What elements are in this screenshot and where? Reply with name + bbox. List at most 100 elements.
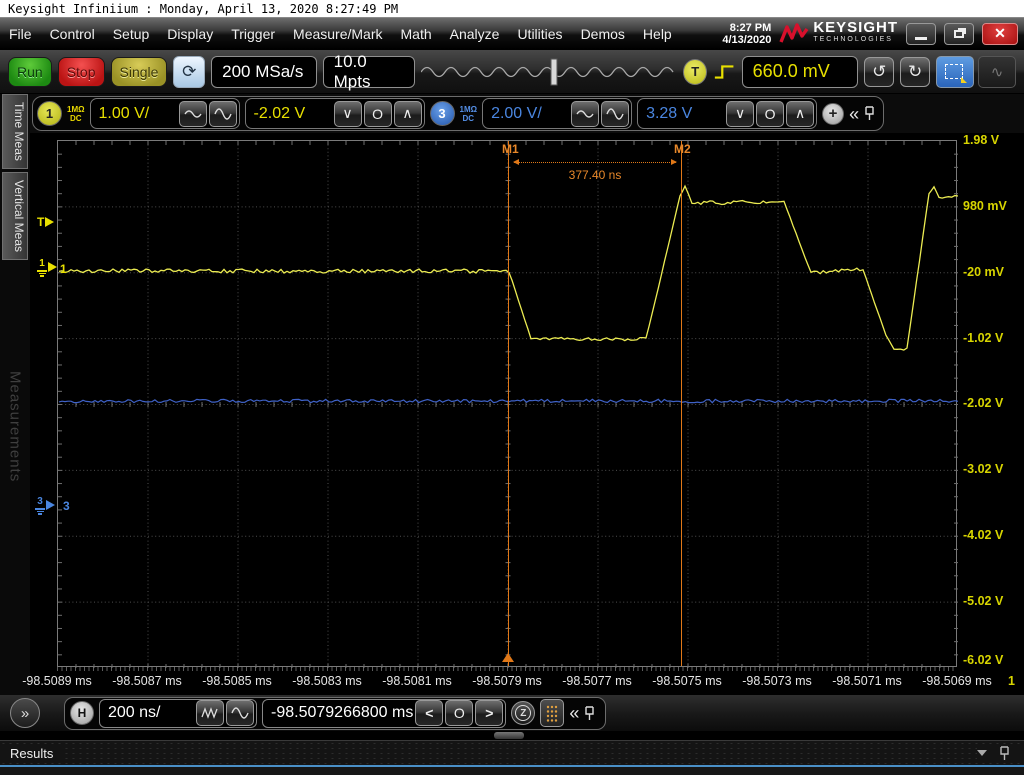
graticule[interactable]: M1 M2 377.40 ns 1 3 — [57, 140, 957, 667]
channel-3-coupling: DC — [463, 114, 475, 123]
channel-1-scale-up-button[interactable] — [209, 101, 237, 127]
single-button[interactable]: Single — [111, 57, 168, 87]
ground-symbol-icon: 3 — [35, 496, 45, 515]
menu-setup[interactable]: Setup — [104, 18, 159, 49]
cursor-arrow-icon — [961, 77, 967, 83]
results-bar[interactable]: Results — [0, 740, 1024, 765]
horizontal-badge[interactable]: H — [70, 701, 94, 725]
t-axis-label: -98.5073 ms — [742, 674, 811, 688]
channel-3-offset-up-button[interactable]: ∧ — [786, 101, 814, 127]
menu-utilities[interactable]: Utilities — [508, 18, 571, 49]
channel-3-impedance: 1MΩ — [460, 105, 478, 114]
memory-depth-field[interactable]: 10.0 Mpts — [323, 56, 416, 88]
region-select-button[interactable] — [936, 56, 974, 88]
channel-1-offset-down-button[interactable]: ∨ — [334, 101, 362, 127]
menu-measure-mark[interactable]: Measure/Mark — [284, 18, 391, 49]
timebase-group: H 200 ns/ -98.5079266800 ms < O > Z — [64, 697, 606, 730]
channel-1-offset-up-button[interactable]: ∧ — [394, 101, 422, 127]
ground-symbol-icon: 1 — [37, 258, 47, 277]
chevron-down-icon: ∨ — [735, 105, 745, 122]
channel-1-coupling-badge[interactable]: 1MΩ DC — [67, 105, 85, 123]
position-left-button[interactable]: < — [415, 700, 443, 726]
clock-date: 4/13/2020 — [722, 34, 771, 46]
run-button[interactable]: Run — [8, 57, 52, 87]
channel-1-badge[interactable]: 1 — [37, 101, 62, 126]
t-axis-label: -98.5075 ms — [652, 674, 721, 688]
channel-1-scale-field[interactable]: 1.00 V/ — [99, 105, 177, 123]
close-button[interactable]: ✕ — [982, 23, 1018, 45]
pin-icon[interactable] — [864, 106, 875, 121]
horizontal-position-field[interactable]: -98.5079266800 ms — [271, 704, 413, 722]
menu-file[interactable]: File — [0, 18, 41, 49]
acquisition-toolbar: Run Stop Single ⟳ 200 MSa/s 10.0 Mpts T … — [0, 50, 1024, 94]
small-wave-icon — [184, 109, 202, 119]
channel-1-coupling: DC — [70, 114, 82, 123]
timebase-zoom-in-button[interactable] — [226, 700, 254, 726]
channel-3-badge[interactable]: 3 — [430, 101, 455, 126]
marker-delta-arrow — [514, 162, 676, 163]
menu-analyze[interactable]: Analyze — [441, 18, 509, 49]
small-wave-icon — [576, 109, 594, 119]
channel-3-scale-field[interactable]: 2.00 V/ — [491, 105, 569, 123]
chevron-right-icon: > — [485, 705, 493, 721]
stop-button[interactable]: Stop — [58, 57, 105, 87]
dock-drag-handle[interactable] — [494, 732, 524, 739]
menu-demos[interactable]: Demos — [572, 18, 634, 49]
channel-3-scale-down-button[interactable] — [571, 101, 599, 127]
menu-display[interactable]: Display — [158, 18, 222, 49]
marker-m1-handle-icon[interactable] — [502, 653, 514, 662]
horizontal-position-slider[interactable] — [421, 55, 677, 89]
timebase-box: 200 ns/ — [99, 699, 257, 728]
redo-button[interactable]: ↻ — [900, 57, 930, 87]
undo-button[interactable]: ↺ — [864, 57, 894, 87]
corner-channel-tag: 1 — [1008, 674, 1015, 688]
chevron-left-icon: < — [425, 705, 433, 721]
menu-control[interactable]: Control — [41, 18, 104, 49]
trigger-level-indicator[interactable]: T — [37, 215, 54, 229]
channel-1-offset-field[interactable]: -2.02 V — [254, 105, 332, 123]
menu-help[interactable]: Help — [634, 18, 681, 49]
position-zero-button[interactable]: O — [445, 700, 473, 726]
channel-1-ground-indicator[interactable]: 1 — [37, 258, 57, 277]
channel-3-scale-up-button[interactable] — [601, 101, 629, 127]
v-axis-label: -20 mV — [963, 265, 1023, 279]
marker-m2-line[interactable] — [681, 141, 682, 666]
minimize-button[interactable] — [906, 23, 936, 45]
channel-3-offset-zero-button[interactable]: O — [756, 101, 784, 127]
sample-rate-field[interactable]: 200 MSa/s — [211, 56, 317, 88]
trigger-source-badge[interactable]: T — [683, 59, 707, 85]
menu-math[interactable]: Math — [392, 18, 441, 49]
channel-3-offset-field[interactable]: 3.28 V — [646, 105, 724, 123]
expand-results-icon[interactable] — [977, 750, 987, 756]
waveform-tool-button[interactable]: ∿ — [978, 56, 1016, 88]
v-axis-label: -1.02 V — [963, 331, 1023, 345]
channel-1-offset-box: -2.02 V ∨ O ∧ — [245, 98, 425, 129]
channel-3-offset-down-button[interactable]: ∨ — [726, 101, 754, 127]
zoom-mode-button[interactable]: Z — [511, 701, 535, 725]
channel-3-ground-indicator[interactable]: 3 — [35, 496, 55, 515]
channel-1-scale-down-button[interactable] — [179, 101, 207, 127]
position-right-button[interactable]: > — [475, 700, 503, 726]
timebase-zoom-out-button[interactable] — [196, 700, 224, 726]
restore-button[interactable] — [944, 23, 974, 45]
touch-mode-button[interactable]: ⟳ — [173, 56, 205, 88]
horizontal-bar: » H 200 ns/ -98.5079266800 ms < O > Z — [0, 695, 1024, 731]
marker-m1-line[interactable] — [508, 141, 509, 666]
pin-icon[interactable] — [584, 706, 595, 721]
add-channel-button[interactable]: + — [822, 103, 844, 125]
menu-trigger[interactable]: Trigger — [222, 18, 284, 49]
scope-content: 1 1MΩ DC 1.00 V/ — [30, 94, 1024, 695]
tab-vertical-meas[interactable]: Vertical Meas — [2, 172, 28, 260]
pin-icon[interactable] — [999, 746, 1010, 761]
collapse-left-icon[interactable]: « — [849, 105, 859, 123]
trigger-level-field[interactable]: 660.0 mV — [742, 56, 859, 88]
tab-time-meas[interactable]: Time Meas — [2, 94, 28, 169]
double-chevron-right-icon: » — [21, 705, 29, 722]
grid-options-button[interactable] — [540, 699, 564, 727]
timebase-field[interactable]: 200 ns/ — [108, 704, 194, 722]
expand-button[interactable]: » — [10, 698, 40, 728]
v-axis-label: -4.02 V — [963, 528, 1023, 542]
channel-1-offset-zero-button[interactable]: O — [364, 101, 392, 127]
channel-3-coupling-badge[interactable]: 1MΩ DC — [460, 105, 478, 123]
collapse-left-icon[interactable]: « — [569, 704, 579, 722]
